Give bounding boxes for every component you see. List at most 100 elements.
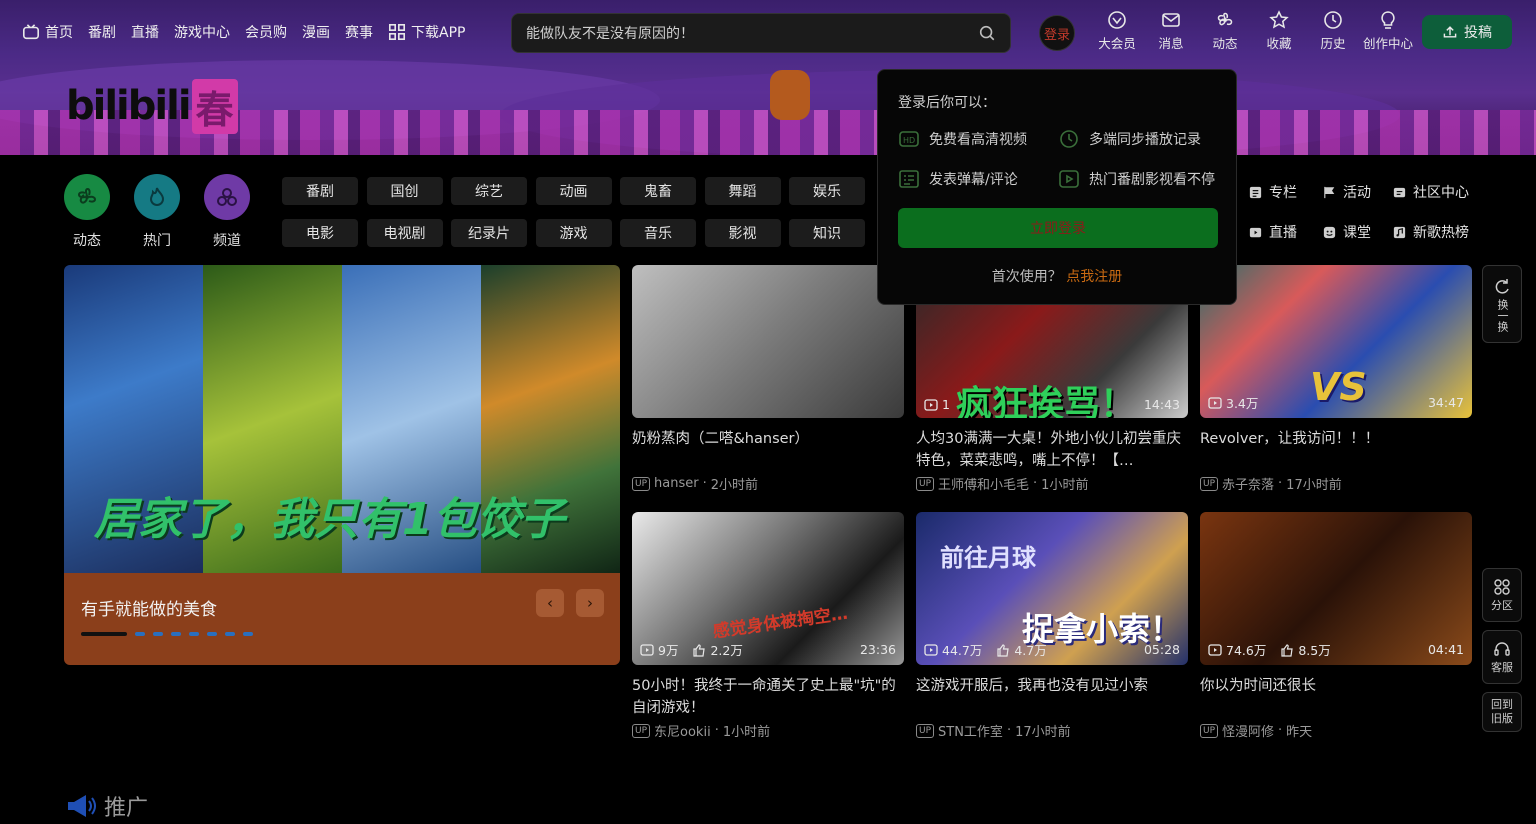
old-version-button[interactable]: 回到旧版 xyxy=(1482,692,1522,732)
carousel-dot[interactable] xyxy=(153,632,163,636)
video-card[interactable]: VS 3.4万 34:47 Revolver，让我访问！！！ UP 赤子奈落 ·… xyxy=(1200,265,1472,493)
carousel-prev-button[interactable]: ‹ xyxy=(536,589,564,617)
up-badge-icon: UP xyxy=(916,476,935,491)
category-item[interactable]: 游戏 xyxy=(535,219,612,247)
vip-button[interactable]: 大会员 xyxy=(1090,10,1144,52)
video-card[interactable]: 感觉身体被掏空… 9万 2.2万 23:36 50小时！我终于一命通关了史上最"… xyxy=(632,512,904,740)
video-title[interactable]: 奶粉蒸肉（二嗒&hanser） xyxy=(632,428,904,472)
video-title[interactable]: 这游戏开服后，我再也没有见过小索 xyxy=(916,675,1188,719)
creator-center-label: 创作中心 xyxy=(1362,36,1413,51)
customer-service-button[interactable]: 客服 xyxy=(1482,630,1522,684)
login-avatar[interactable]: 登录 xyxy=(1039,15,1075,51)
play-count-icon xyxy=(924,643,938,656)
search-input[interactable]: 能做队友不是没有原因的！ xyxy=(526,23,694,43)
category-item[interactable]: 鬼畜 xyxy=(620,177,696,205)
banner-carousel[interactable]: 居家了，我只有1包饺子 有手就能做的美食 ‹ › xyxy=(64,265,620,665)
category-item[interactable]: 纪录片 xyxy=(451,219,527,247)
video-author[interactable]: 怪漫阿修 xyxy=(1222,721,1274,740)
category-item[interactable]: 知识 xyxy=(789,219,865,247)
zone-button[interactable]: 分区 xyxy=(1482,568,1522,622)
video-title[interactable]: 人均30满满一大桌！外地小伙儿初尝重庆特色，菜菜悲鸣，嘴上不停！【… xyxy=(916,428,1188,472)
video-card[interactable]: 74.6万 8.5万 04:41 你以为时间还很长 UP 怪漫阿修 · 昨天 xyxy=(1200,512,1472,740)
link-community[interactable]: 社区中心 xyxy=(1392,182,1482,202)
category-item[interactable]: 番剧 xyxy=(282,177,358,205)
vip-icon xyxy=(1108,11,1126,29)
login-now-button[interactable]: 立即登录 xyxy=(898,208,1218,248)
category-item[interactable]: 国创 xyxy=(366,177,443,205)
megaphone-icon xyxy=(68,795,96,817)
video-author[interactable]: STN工作室 xyxy=(938,721,1003,740)
channel-hot[interactable]: 热门 xyxy=(134,174,180,250)
video-title[interactable]: 你以为时间还很长 xyxy=(1200,675,1472,719)
video-author[interactable]: 东尼ookii xyxy=(654,721,711,740)
video-card[interactable]: 奶粉蒸肉（二嗒&hanser） UP hanser · 2小时前 xyxy=(632,265,904,493)
nav-bangumi[interactable]: 番剧 xyxy=(88,22,116,42)
video-thumbnail[interactable]: 74.6万 8.5万 04:41 xyxy=(1200,512,1472,665)
feature-hd-label: 免费看高清视频 xyxy=(929,132,1027,148)
channel-channels[interactable]: 频道 xyxy=(204,174,250,250)
channel-dynamic[interactable]: 动态 xyxy=(64,174,110,250)
post-button-label: 投稿 xyxy=(1464,25,1492,41)
link-live[interactable]: 直播 xyxy=(1248,222,1322,242)
channel-dynamic-label: 动态 xyxy=(73,233,101,249)
favorites-label: 收藏 xyxy=(1266,36,1292,51)
pinwheel-icon xyxy=(64,174,110,220)
link-column[interactable]: 专栏 xyxy=(1248,182,1322,202)
video-thumbnail[interactable] xyxy=(632,265,904,418)
creator-center-button[interactable]: 创作中心 xyxy=(1360,10,1416,52)
nav-manga[interactable]: 漫画 xyxy=(302,22,330,42)
video-thumbnail[interactable]: 感觉身体被掏空… 9万 2.2万 23:36 xyxy=(632,512,904,665)
link-activity[interactable]: 活动 xyxy=(1322,182,1392,202)
video-thumbnail[interactable]: VS 3.4万 34:47 xyxy=(1200,265,1472,418)
category-item[interactable]: 电视剧 xyxy=(366,219,443,247)
carousel-dot[interactable] xyxy=(225,632,235,636)
video-thumbnail[interactable]: 前往月球 捉拿小索！ 44.7万 4.7万 05:28 xyxy=(916,512,1188,665)
search-box[interactable]: 能做队友不是没有原因的！ xyxy=(511,13,1011,53)
bilibili-logo[interactable]: bilibili 春 xyxy=(66,78,238,134)
search-icon[interactable] xyxy=(978,24,996,42)
category-item[interactable]: 电影 xyxy=(282,219,358,247)
message-button[interactable]: 消息 xyxy=(1144,10,1198,52)
video-meta: UP 王师傅和小毛毛 · 1小时前 xyxy=(916,474,1188,493)
video-author[interactable]: 赤子奈落 xyxy=(1222,474,1274,493)
video-author[interactable]: hanser xyxy=(654,476,699,491)
category-item[interactable]: 动画 xyxy=(535,177,612,205)
logo-text: bilibili xyxy=(66,83,192,129)
category-item[interactable]: 娱乐 xyxy=(789,177,865,205)
nav-live[interactable]: 直播 xyxy=(131,22,159,42)
view-count: 44.7万 xyxy=(924,640,982,659)
like-count-value: 4.7万 xyxy=(1014,643,1047,658)
category-item[interactable]: 影视 xyxy=(704,219,781,247)
dynamic-button[interactable]: 动态 xyxy=(1198,10,1252,52)
nav-download-app[interactable]: 下载APP xyxy=(388,22,465,42)
carousel-dot[interactable] xyxy=(135,632,145,636)
history-button[interactable]: 历史 xyxy=(1306,10,1360,52)
link-course[interactable]: 课堂 xyxy=(1322,222,1392,242)
video-author[interactable]: 王师傅和小毛毛 xyxy=(938,474,1029,493)
category-item[interactable]: 综艺 xyxy=(451,177,527,205)
carousel-dot[interactable] xyxy=(189,632,199,636)
like-count: 2.2万 xyxy=(692,640,743,659)
category-item[interactable]: 舞蹈 xyxy=(704,177,781,205)
video-title[interactable]: 50小时！我终于一命通关了史上最"坑"的自闭游戏！ xyxy=(632,675,904,719)
carousel-dot[interactable] xyxy=(81,632,127,636)
star-icon xyxy=(1269,10,1289,29)
nav-home[interactable]: 首页 xyxy=(22,22,73,42)
carousel-next-button[interactable]: › xyxy=(576,589,604,617)
video-title[interactable]: Revolver，让我访问！！！ xyxy=(1200,428,1472,472)
nav-match[interactable]: 赛事 xyxy=(345,22,373,42)
favorites-button[interactable]: 收藏 xyxy=(1252,10,1306,52)
refresh-button[interactable]: 换一换 xyxy=(1482,265,1522,343)
carousel-dot[interactable] xyxy=(243,632,253,636)
carousel-dot[interactable] xyxy=(207,632,217,636)
category-item[interactable]: 音乐 xyxy=(620,219,696,247)
carousel-dot[interactable] xyxy=(171,632,181,636)
link-new-songs[interactable]: 新歌热榜 xyxy=(1392,222,1482,242)
register-link[interactable]: 点我注册 xyxy=(1066,269,1122,285)
post-button[interactable]: 投稿 xyxy=(1422,15,1512,49)
nav-mall[interactable]: 会员购 xyxy=(245,22,287,42)
carousel-caption[interactable]: 有手就能做的美食 xyxy=(81,595,217,620)
video-card[interactable]: 前往月球 捉拿小索！ 44.7万 4.7万 05:28 这游戏开服后，我再也没有… xyxy=(916,512,1188,740)
nav-game-center[interactable]: 游戏中心 xyxy=(174,22,230,42)
category-grid: 番剧 国创 综艺 动画 鬼畜 舞蹈 娱乐 电影 电视剧 纪录片 游戏 音乐 影视… xyxy=(282,177,865,247)
